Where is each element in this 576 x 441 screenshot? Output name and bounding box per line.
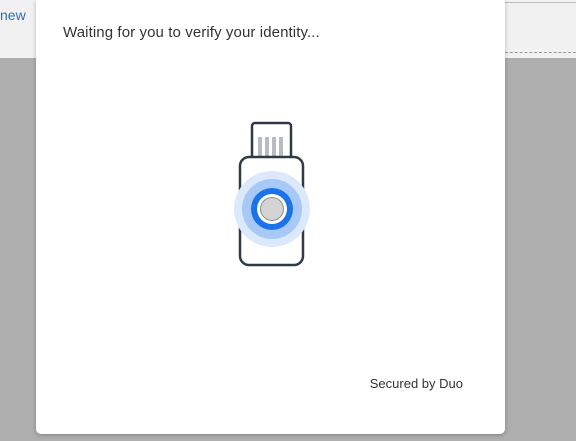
page: new Waiting for you to verify your ident… xyxy=(0,0,576,441)
background-corner-box xyxy=(505,0,576,3)
touch-button xyxy=(260,197,284,221)
security-key-icon xyxy=(232,119,312,269)
background-dashed-divider xyxy=(505,52,576,53)
connector-pin xyxy=(272,137,276,157)
connector-pin xyxy=(279,137,283,157)
connector-pin xyxy=(258,137,262,157)
connector-pin xyxy=(265,137,269,157)
background-link[interactable]: new xyxy=(0,7,26,23)
secured-by-footer: Secured by Duo xyxy=(369,376,463,391)
verification-dialog: Waiting for you to verify your identity.… xyxy=(36,0,505,434)
status-message: Waiting for you to verify your identity.… xyxy=(63,24,320,41)
